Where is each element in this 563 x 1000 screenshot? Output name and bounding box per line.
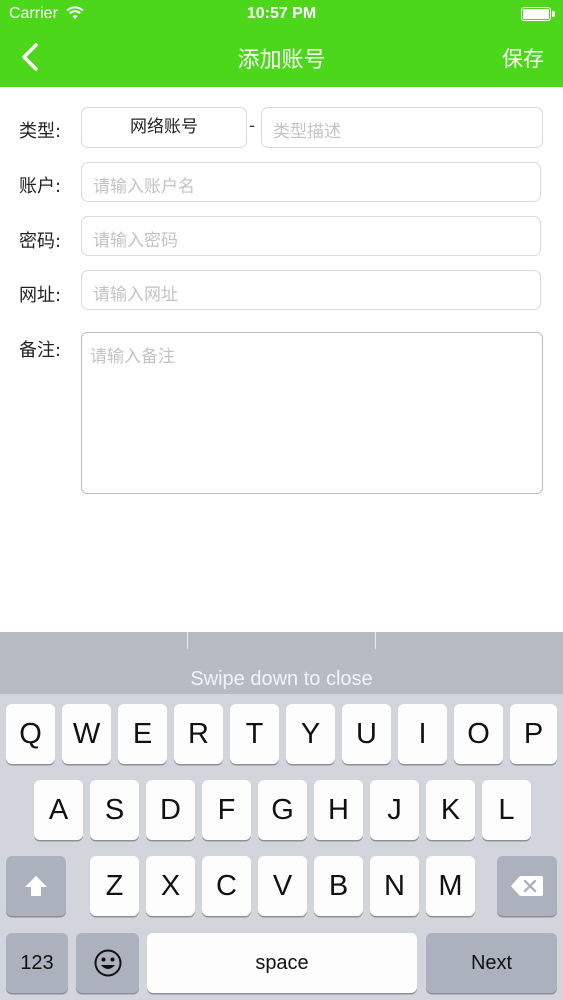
password-label: 密码:: [19, 231, 62, 252]
key-j[interactable]: J: [370, 780, 419, 840]
key-w[interactable]: W: [62, 704, 111, 764]
nav-bar: 添加账号 保存: [0, 28, 563, 87]
keyboard-suggestion-bar[interactable]: Swipe down to close: [0, 632, 563, 694]
key-i[interactable]: I: [398, 704, 447, 764]
type-select-button[interactable]: 网络账号: [81, 107, 247, 148]
key-v[interactable]: V: [258, 856, 307, 916]
shift-key[interactable]: [6, 856, 66, 916]
key-z[interactable]: Z: [90, 856, 139, 916]
account-input[interactable]: 请输入账户名: [81, 162, 541, 202]
type-description-input[interactable]: 类型描述: [261, 107, 543, 148]
backspace-icon: [511, 876, 543, 896]
key-g[interactable]: G: [258, 780, 307, 840]
key-r[interactable]: R: [174, 704, 223, 764]
password-placeholder: 请输入密码: [93, 231, 178, 251]
shift-arrow-icon: [25, 876, 47, 896]
notes-label: 备注:: [19, 340, 62, 361]
account-placeholder: 请输入账户名: [93, 177, 195, 197]
password-input[interactable]: 请输入密码: [81, 216, 541, 256]
delete-key[interactable]: [497, 856, 557, 916]
key-q[interactable]: Q: [6, 704, 55, 764]
key-u[interactable]: U: [342, 704, 391, 764]
key-h[interactable]: H: [314, 780, 363, 840]
notes-placeholder: 请输入备注: [90, 347, 175, 367]
url-placeholder: 请输入网址: [93, 285, 178, 305]
top-bar: Carrier 10:57 PM 添加账号 保存: [0, 0, 563, 87]
key-d[interactable]: D: [146, 780, 195, 840]
key-b[interactable]: B: [314, 856, 363, 916]
suggestion-divider: [375, 632, 376, 649]
keyboard-keys: Q W E R T Y U I O P A S D F G H J K L Z …: [0, 694, 563, 1000]
key-o[interactable]: O: [454, 704, 503, 764]
keyboard: Swipe down to close Q W E R T Y U I O P …: [0, 632, 563, 1000]
key-y[interactable]: Y: [286, 704, 335, 764]
key-a[interactable]: A: [34, 780, 83, 840]
key-l[interactable]: L: [482, 780, 531, 840]
battery-icon: [521, 7, 555, 21]
key-e[interactable]: E: [118, 704, 167, 764]
url-label: 网址:: [19, 285, 62, 306]
next-key[interactable]: Next: [426, 933, 557, 993]
url-input[interactable]: 请输入网址: [81, 270, 541, 310]
key-f[interactable]: F: [202, 780, 251, 840]
key-n[interactable]: N: [370, 856, 419, 916]
suggestion-divider: [187, 632, 188, 649]
save-button[interactable]: 保存: [502, 43, 544, 73]
type-separator: -: [249, 116, 256, 136]
type-label: 类型:: [19, 121, 62, 142]
key-k[interactable]: K: [426, 780, 475, 840]
status-bar: Carrier 10:57 PM: [0, 0, 563, 28]
key-t[interactable]: T: [230, 704, 279, 764]
key-s[interactable]: S: [90, 780, 139, 840]
type-description-placeholder: 类型描述: [273, 122, 341, 142]
page-title: 添加账号: [237, 48, 326, 73]
key-m[interactable]: M: [426, 856, 475, 916]
swipe-hint: Swipe down to close: [190, 668, 373, 690]
account-label: 账户:: [19, 176, 62, 197]
emoji-key[interactable]: [76, 933, 139, 993]
notes-textarea[interactable]: 请输入备注: [81, 332, 543, 494]
numbers-key[interactable]: 123: [6, 933, 68, 993]
key-p[interactable]: P: [510, 704, 557, 764]
clock: 10:57 PM: [246, 5, 317, 22]
space-key[interactable]: space: [147, 933, 417, 993]
key-c[interactable]: C: [202, 856, 251, 916]
emoji-smiley-icon: [94, 949, 121, 977]
key-x[interactable]: X: [146, 856, 195, 916]
